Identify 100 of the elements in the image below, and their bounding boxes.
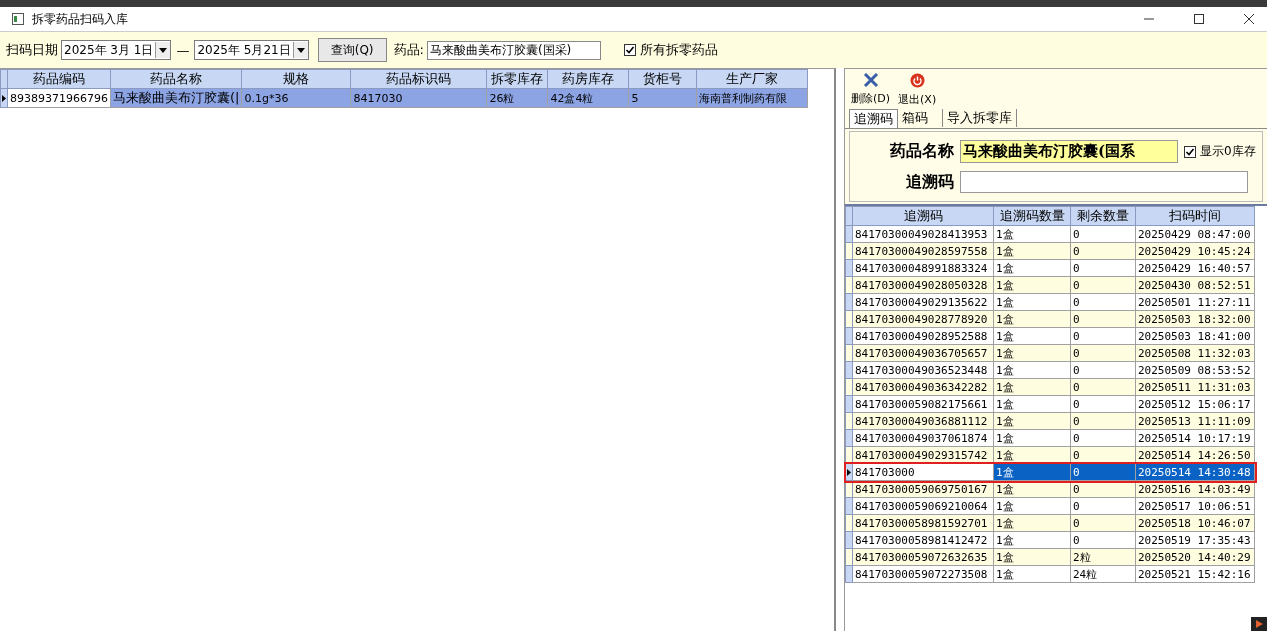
- column-header[interactable]: 生产厂家: [696, 69, 808, 89]
- trace-code-field[interactable]: [960, 171, 1248, 193]
- table-row[interactable]: 84170300049036523448 1盒 0 20250509 08:53:52: [845, 361, 1255, 379]
- table-row[interactable]: 84170300049036342282 1盒 0 20250511 11:31:03: [845, 378, 1255, 396]
- table-row[interactable]: 84170300059072273508 1盒 24粒 20250521 15:42:16: [845, 565, 1255, 583]
- table-cell: 1盒: [993, 259, 1071, 277]
- table-cell: 20250514 14:30:48: [1135, 463, 1255, 481]
- table-cell: 1盒: [993, 565, 1071, 583]
- close-icon[interactable]: [1243, 13, 1255, 25]
- table-cell: 0: [1070, 293, 1136, 311]
- table-cell: 84170300049028413953: [852, 225, 994, 243]
- table-cell: 1盒: [993, 395, 1071, 413]
- table-row[interactable]: 841703000 1盒 0 20250514 14:30:48: [845, 463, 1255, 481]
- date-to-field[interactable]: 2025年 5月21日: [194, 40, 309, 60]
- table-row[interactable]: 84170300058981412472 1盒 0 20250519 17:35:43: [845, 531, 1255, 549]
- table-cell: 20250512 15:06:17: [1135, 395, 1255, 413]
- table-cell: 84170300049028952588: [852, 327, 994, 345]
- column-header[interactable]: 拆零库存: [486, 69, 548, 89]
- table-row[interactable]: 84170300049029135622 1盒 0 20250501 11:27:11: [845, 293, 1255, 311]
- table-cell: 1盒: [993, 361, 1071, 379]
- table-row[interactable]: 84170300049036881112 1盒 0 20250513 11:11:09: [845, 412, 1255, 430]
- table-cell: 1盒: [993, 429, 1071, 447]
- table-cell: 84170300049029135622: [852, 293, 994, 311]
- delete-button[interactable]: 删除(D): [851, 73, 891, 107]
- tab[interactable]: 追溯码: [849, 109, 898, 128]
- dropdown-icon[interactable]: [292, 42, 308, 58]
- table-cell: 0: [1070, 531, 1136, 549]
- table-row[interactable]: 84170300049028413953 1盒 0 20250429 08:47:00: [845, 225, 1255, 243]
- table-cell: 20250521 15:42:16: [1135, 565, 1255, 583]
- column-header[interactable]: 货柜号: [628, 69, 697, 89]
- table-cell: 84170300059082175661: [852, 395, 994, 413]
- table-cell: 84170300059072273508: [852, 565, 994, 583]
- table-cell: 84170300049037061874: [852, 429, 994, 447]
- table-cell: 84170300059069210064: [852, 497, 994, 515]
- table-row[interactable]: 84170300049028597558 1盒 0 20250429 10:45:24: [845, 242, 1255, 260]
- maximize-icon[interactable]: [1193, 13, 1205, 25]
- checkbox-label: 所有拆零药品: [639, 41, 718, 59]
- checkbox-label: 显示0库存: [1200, 143, 1256, 160]
- table-cell: 0: [1070, 327, 1136, 345]
- column-header[interactable]: 扫码时间: [1135, 206, 1255, 226]
- table-row[interactable]: 89389371966796 马来酸曲美布汀胶囊(| 0.1g*36 8417030 26粒 42盒4粒 5 海南普利制药有限: [0, 88, 808, 108]
- column-header[interactable]: 追溯码数量: [993, 206, 1071, 226]
- query-button[interactable]: 查询(Q): [317, 38, 387, 62]
- table-row[interactable]: 84170300048991883324 1盒 0 20250429 16:40:57: [845, 259, 1255, 277]
- column-header[interactable]: 追溯码: [852, 206, 994, 226]
- table-cell: 20250509 08:53:52: [1135, 361, 1255, 379]
- table-row[interactable]: 84170300059069750167 1盒 0 20250516 14:03:49: [845, 480, 1255, 498]
- column-header[interactable]: 药品名称: [110, 69, 242, 89]
- table-cell: 0: [1070, 259, 1136, 277]
- table-cell: 1盒: [993, 293, 1071, 311]
- table-cell: 20250503 18:41:00: [1135, 327, 1255, 345]
- table-cell: 0: [1070, 225, 1136, 243]
- column-header[interactable]: 药品编码: [7, 69, 111, 89]
- table-cell: 0: [1070, 463, 1136, 481]
- exit-button[interactable]: 退出(X): [898, 73, 937, 107]
- table-cell: 20250519 17:35:43: [1135, 531, 1255, 549]
- table-cell: 1盒: [993, 497, 1071, 515]
- row-header: [0, 69, 8, 89]
- drug-label: 药品:: [393, 41, 424, 59]
- field-label: 追溯码: [905, 171, 954, 193]
- table-row[interactable]: 84170300059072632635 1盒 2粒 20250520 14:40:29: [845, 548, 1255, 566]
- table-row[interactable]: 84170300049037061874 1盒 0 20250514 10:17:19: [845, 429, 1255, 447]
- table-row[interactable]: 84170300059082175661 1盒 0 20250512 15:06:17: [845, 395, 1255, 413]
- table-row[interactable]: 84170300049028778920 1盒 0 20250503 18:32:00: [845, 310, 1255, 328]
- column-header[interactable]: 药房库存: [547, 69, 629, 89]
- drug-field[interactable]: 马来酸曲美布汀胶囊(国采): [426, 40, 601, 60]
- table-cell: 1盒: [993, 225, 1071, 243]
- table-cell: 0: [1070, 429, 1136, 447]
- tab[interactable]: 箱码: [898, 109, 943, 127]
- table-cell: 1盒: [993, 531, 1071, 549]
- dropdown-icon[interactable]: [155, 42, 171, 58]
- table-cell: 20250429 08:47:00: [1135, 225, 1255, 243]
- table-cell: 1盒: [993, 463, 1071, 481]
- power-icon: [909, 73, 925, 88]
- table-row[interactable]: 84170300049029315742 1盒 0 20250514 14:26:50: [845, 446, 1255, 464]
- column-header[interactable]: 药品标识码: [350, 69, 487, 89]
- table-cell: 20250517 10:06:51: [1135, 497, 1255, 515]
- table-row[interactable]: 84170300059069210064 1盒 0 20250517 10:06:51: [845, 497, 1255, 515]
- checkbox[interactable]: [623, 44, 636, 56]
- table-cell: 0: [1070, 395, 1136, 413]
- cross-icon: [862, 73, 879, 87]
- table-cell: 1盒: [993, 327, 1071, 345]
- row-pointer-icon: [1, 94, 7, 102]
- date-from-field[interactable]: 2025年 3月 1日: [61, 40, 172, 60]
- column-header[interactable]: 剩余数量: [1070, 206, 1136, 226]
- table-cell: 20250501 11:27:11: [1135, 293, 1255, 311]
- tab[interactable]: 导入拆零库: [943, 109, 1017, 127]
- table-cell: 84170300049036523448: [852, 361, 994, 379]
- table-cell: 20250514 10:17:19: [1135, 429, 1255, 447]
- table-row[interactable]: 84170300049028050328 1盒 0 20250430 08:52:51: [845, 276, 1255, 294]
- table-cell: 20250429 16:40:57: [1135, 259, 1255, 277]
- table-cell: 84170300048991883324: [852, 259, 994, 277]
- table-cell: 0: [1070, 497, 1136, 515]
- table-row[interactable]: 84170300049028952588 1盒 0 20250503 18:41:00: [845, 327, 1255, 345]
- checkbox[interactable]: [1184, 145, 1196, 158]
- table-row[interactable]: 84170300058981592701 1盒 0 20250518 10:46:07: [845, 514, 1255, 532]
- table-row[interactable]: 84170300049036705657 1盒 0 20250508 11:32:03: [845, 344, 1255, 362]
- date-label: 扫码日期: [6, 41, 58, 59]
- drug-name-field[interactable]: 马来酸曲美布汀胶囊(国系: [960, 140, 1178, 163]
- column-header[interactable]: 规格: [241, 69, 351, 89]
